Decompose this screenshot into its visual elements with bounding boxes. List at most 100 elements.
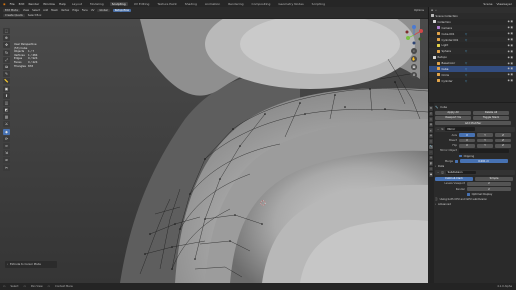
levels-viewport-field[interactable]: 2 — [467, 181, 511, 186]
inset-icon[interactable]: ◫ — [3, 99, 10, 106]
optimal-display-checkbox[interactable] — [467, 192, 470, 196]
add-cube-icon[interactable]: ▣ — [3, 85, 10, 92]
scene-selector[interactable]: Scene — [483, 2, 492, 6]
material-tab-icon[interactable]: ● — [428, 172, 434, 177]
last-operator-panel[interactable]: › Extrude to Cursor Mode — [5, 261, 57, 268]
output-tab-icon[interactable]: ⎙ — [428, 117, 434, 122]
camera-view-icon[interactable]: ▣ — [411, 64, 417, 70]
menu-help[interactable]: Help — [59, 2, 66, 6]
visibility-eye-icon[interactable]: ◉ ▣ — [507, 50, 513, 53]
shrink-icon[interactable]: ⇲ — [3, 150, 10, 157]
rotate-icon[interactable]: ↻ — [3, 49, 10, 56]
spin-icon[interactable]: ⟳ — [3, 135, 10, 142]
transform-icon[interactable]: ⧉ — [3, 63, 10, 70]
tab-rendering[interactable]: Rendering — [226, 2, 245, 6]
toggle-stack-button[interactable]: Toggle Stack — [473, 116, 509, 120]
transform-orientation-dropdown[interactable]: Global — [97, 8, 110, 12]
view-layer-tab-icon[interactable]: ▤ — [428, 122, 434, 127]
outliner-search-icon[interactable]: ⌕ — [435, 9, 436, 12]
menu-face[interactable]: Face — [82, 9, 88, 12]
menu-edge[interactable]: Edge — [72, 9, 79, 12]
visibility-eye-icon[interactable]: ◉ ▣ — [507, 32, 513, 35]
visibility-eye-icon[interactable]: ◉ ▣ — [507, 79, 513, 82]
smooth-icon[interactable]: ≈ — [3, 143, 10, 149]
visibility-eye-icon[interactable]: ◉ ▣ — [507, 62, 513, 65]
visibility-eye-icon[interactable]: ◉ ▣ — [507, 20, 513, 23]
mirror-object-field[interactable] — [459, 149, 509, 153]
subdivision-modifier-header[interactable]: ⌄ ◫ Subdivision — [435, 170, 515, 176]
pan-hand-icon[interactable]: ✋ — [411, 56, 417, 62]
cursor-icon[interactable]: ⊕ — [3, 35, 10, 42]
mirror-name-field[interactable]: Mirror — [445, 127, 476, 132]
visibility-eye-icon[interactable]: ◉ ▣ — [507, 44, 513, 47]
menu-add[interactable]: Add — [43, 9, 48, 12]
axis-y-toggle[interactable]: Y — [477, 133, 493, 138]
subdivision-name-field[interactable]: Subdivision — [445, 170, 476, 175]
tab-layout[interactable]: Layout — [70, 2, 84, 6]
menu-vertex[interactable]: Vertex — [61, 9, 69, 12]
render-tab-icon[interactable]: ◰ — [428, 111, 434, 116]
clipping-checkbox[interactable] — [459, 154, 462, 158]
menu-edit[interactable]: Edit — [19, 2, 25, 6]
menu-render[interactable]: Render — [28, 2, 39, 6]
tool-tab-icon[interactable]: ⚒ — [428, 106, 434, 111]
merge-checkbox[interactable] — [455, 159, 458, 163]
flip-x-toggle[interactable]: X — [459, 143, 475, 148]
tab-compositing[interactable]: Compositing — [250, 2, 273, 6]
loopcut-icon[interactable]: ▥ — [3, 114, 10, 121]
scale-icon[interactable]: ⤢ — [3, 56, 10, 63]
rip-icon[interactable]: ✂ — [3, 164, 10, 171]
polybuild-icon[interactable]: ◆ — [3, 128, 10, 135]
visibility-eye-icon[interactable]: ◉ ▣ — [507, 38, 513, 41]
menu-select[interactable]: Select — [32, 9, 40, 12]
visibility-eye-icon[interactable]: ◉ ▣ — [507, 73, 513, 76]
options-dropdown[interactable]: Options — [414, 9, 424, 12]
menu-window[interactable]: Window — [43, 2, 55, 6]
world-tab-icon[interactable]: ◍ — [428, 133, 434, 138]
merge-distance-field[interactable]: 0.001 m — [459, 159, 508, 164]
tab-modeling[interactable]: Modeling — [88, 2, 106, 6]
delete-all-button[interactable]: Delete All — [473, 110, 509, 115]
tab-uv-editing[interactable]: UV Editing — [132, 2, 152, 6]
data-tab-icon[interactable]: △ — [428, 166, 434, 171]
simple-toggle[interactable]: Simple — [475, 176, 513, 181]
mirror-modifier-header[interactable]: ⌄ ⇋ Mirror — [435, 126, 515, 132]
tab-texture-paint[interactable]: Texture Paint — [155, 2, 178, 6]
menu-file[interactable]: File — [10, 2, 15, 6]
view-layer-selector[interactable]: ViewLayer — [497, 2, 512, 6]
visibility-eye-icon[interactable]: ◉ ▣ — [507, 56, 513, 59]
tab-scripting[interactable]: Scripting — [310, 2, 327, 6]
scene-tab-icon[interactable]: ◭ — [428, 128, 434, 133]
physics-tab-icon[interactable]: ◎ — [428, 155, 434, 160]
extrude-icon[interactable]: ⬆ — [3, 92, 10, 99]
move-icon[interactable]: ✥ — [3, 42, 10, 49]
create-quads-toggle[interactable]: Create Quads — [3, 14, 25, 17]
tab-shading[interactable]: Shading — [183, 2, 199, 6]
mode-dropdown[interactable]: Edit Mode — [3, 8, 20, 12]
axis-z-toggle[interactable]: Z — [495, 133, 511, 138]
modifier-tab-icon[interactable]: 🔧 — [428, 144, 434, 149]
constraints-tab-icon[interactable]: ⛓ — [428, 161, 434, 166]
apply-all-button[interactable]: Apply All — [435, 110, 471, 115]
render-levels-field[interactable]: 2 — [467, 187, 511, 191]
tab-animation[interactable]: Animation — [203, 2, 222, 6]
bisect-y-toggle[interactable]: Y — [477, 138, 493, 143]
shear-icon[interactable]: ⧄ — [3, 157, 10, 164]
3d-viewport[interactable]: User Perspective (53) Cube Objects 1 / 7 … — [0, 19, 428, 283]
add-modifier-button[interactable]: Add Modifier — [435, 121, 511, 126]
select-box-dropdown[interactable]: Select Box — [28, 14, 42, 17]
menu-view[interactable]: View — [23, 9, 29, 12]
advanced-subpanel[interactable]: › Advanced — [435, 202, 515, 207]
tab-geometry-nodes[interactable]: Geometry Nodes — [276, 2, 305, 6]
measure-icon[interactable]: 📏 — [3, 78, 10, 85]
bisect-z-toggle[interactable]: Z — [495, 138, 511, 143]
zoom-icon[interactable]: ⌕ — [411, 48, 417, 54]
annotate-icon[interactable]: ✎ — [3, 71, 10, 78]
navigation-gizmo-icon[interactable] — [403, 24, 425, 46]
axis-x-toggle[interactable]: X — [459, 133, 475, 138]
menu-mesh[interactable]: Mesh — [51, 9, 58, 12]
flip-y-toggle[interactable]: Y — [477, 143, 493, 148]
blender-logo-icon[interactable]: ◉ — [3, 2, 6, 6]
particles-tab-icon[interactable]: ∴ — [428, 150, 434, 155]
object-tab-icon[interactable]: ▢ — [428, 139, 434, 144]
